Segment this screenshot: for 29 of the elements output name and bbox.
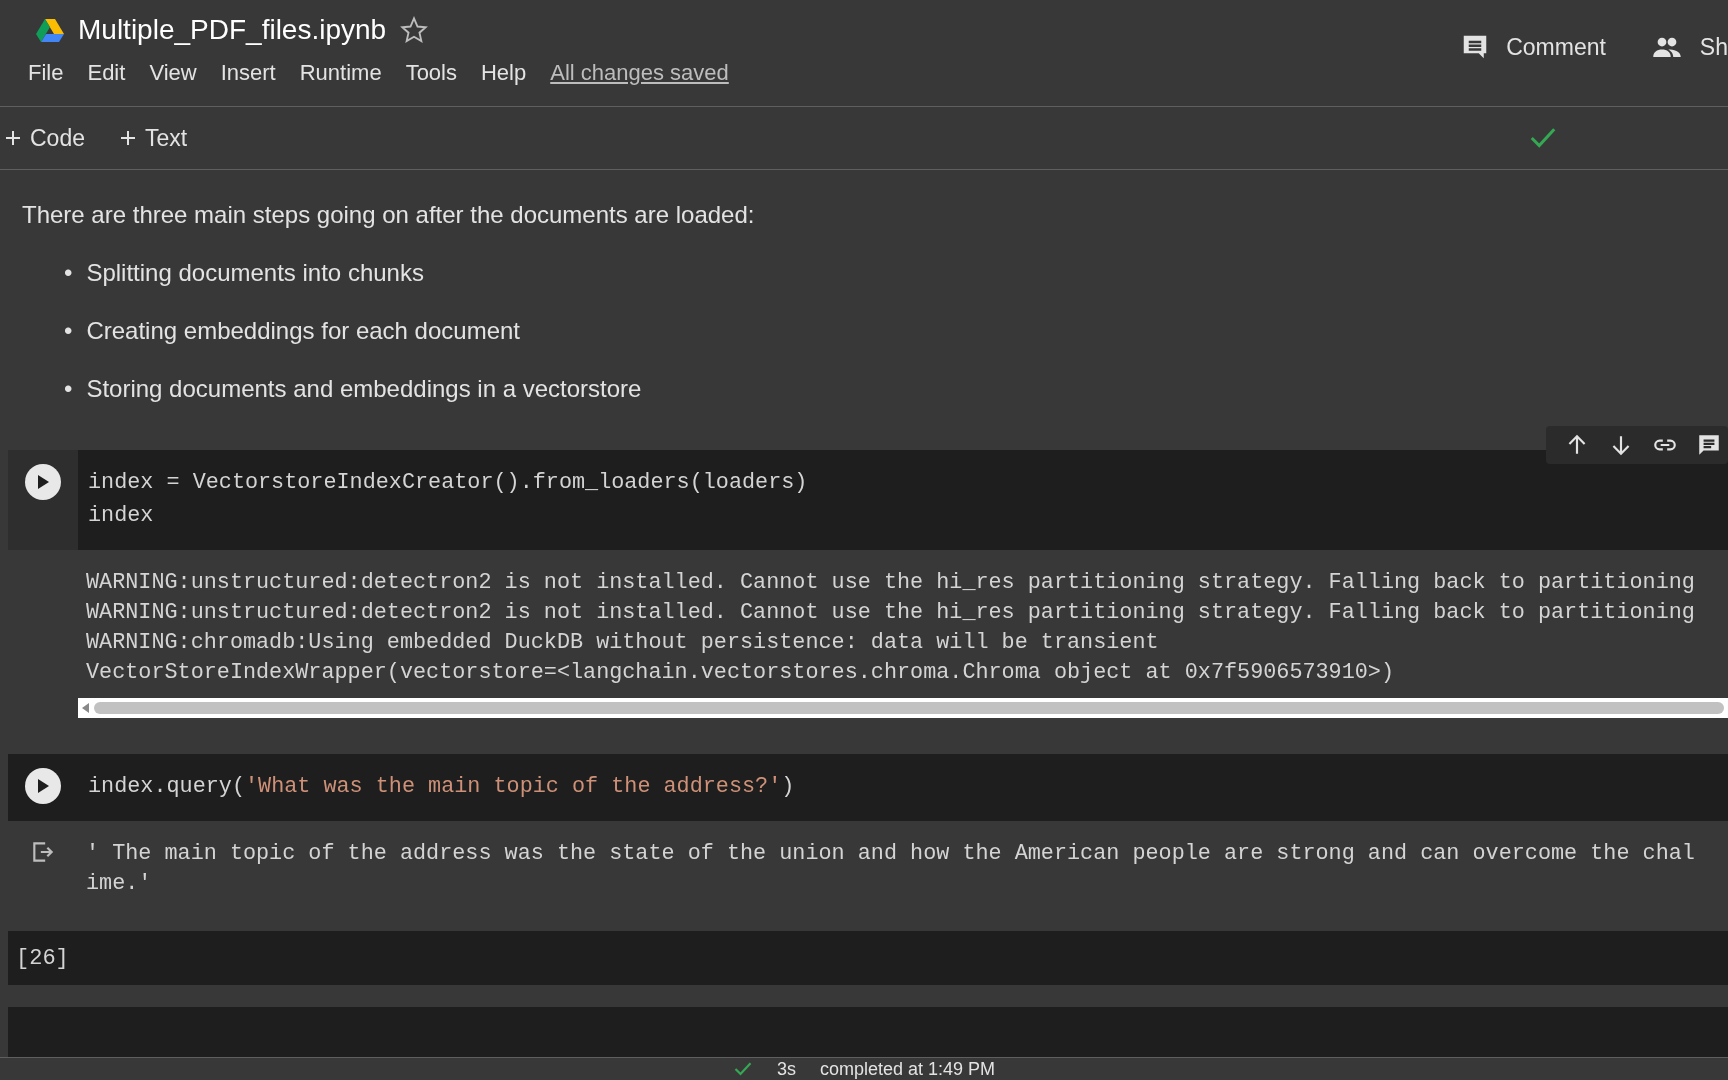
- code-cell[interactable]: index.query('What was the main topic of the address?'): [8, 754, 1728, 821]
- completed-text: completed at 1:49 PM: [819, 1058, 996, 1080]
- menu-item[interactable]: Tools: [405, 60, 457, 86]
- duration-text: 3s: [776, 1058, 796, 1080]
- menu-item[interactable]: Edit: [87, 60, 126, 86]
- add-cell-button[interactable]: Text: [117, 120, 190, 156]
- menu-item[interactable]: Insert: [220, 60, 276, 86]
- bullet-marker: •: [64, 316, 73, 346]
- comment-button[interactable]: Comment: [1460, 32, 1606, 62]
- output-text: ' The main topic of the address was the state of the union and how the American people are strong and can overcome the chal ime.': [85, 840, 1696, 898]
- menu-item[interactable]: View: [149, 60, 197, 86]
- code-cell[interactable]: [26]: [8, 931, 1728, 986]
- paragraph: There are three main steps going on after the documents are loaded:: [22, 200, 756, 230]
- code-text: index = VectorstoreIndexCreator().from_loaders(loaders) index: [87, 469, 809, 530]
- code-cell[interactable]: index = VectorstoreIndexCreator().from_loaders(loaders) index: [8, 450, 1728, 550]
- code-text: index.query('What was the main topic of the address?'): [87, 773, 796, 801]
- notebook-title[interactable]: Multiple_PDF_files.ipynb: [78, 14, 387, 46]
- bullet-marker: •: [64, 374, 73, 404]
- menu-item[interactable]: Runtime: [299, 60, 382, 86]
- add-cell-button[interactable]: Code: [2, 120, 87, 156]
- save-status-link[interactable]: All changes saved: [550, 60, 729, 86]
- menu-item[interactable]: File: [28, 60, 64, 86]
- bullet-item: Storing documents and embeddings in a vectorstore: [86, 374, 642, 404]
- bullet-item: Splitting documents into chunks: [86, 258, 424, 288]
- menu-item[interactable]: Help: [481, 60, 527, 86]
- output-text: WARNING:unstructured:detectron2 is not installed. Cannot use the hi_res partitioning strategy. Falling back to partitioning WARNING:unstructured:detectron2 is not installed. Cannot use the hi_res partitioning strategy. Falling back to partitioning WARNING:chromadb:Using embedded DuckDB without persistence: data will be transient VectorStoreIndexWrapper(vectorstore=<langchain.vectorstores.chroma.Chroma object at 0x7f5906573910>): [85, 569, 1696, 687]
- bullet-marker: •: [64, 258, 73, 288]
- bullet-item: Creating embeddings for each document: [86, 316, 520, 346]
- share-button[interactable]: Sh: [1649, 32, 1728, 62]
